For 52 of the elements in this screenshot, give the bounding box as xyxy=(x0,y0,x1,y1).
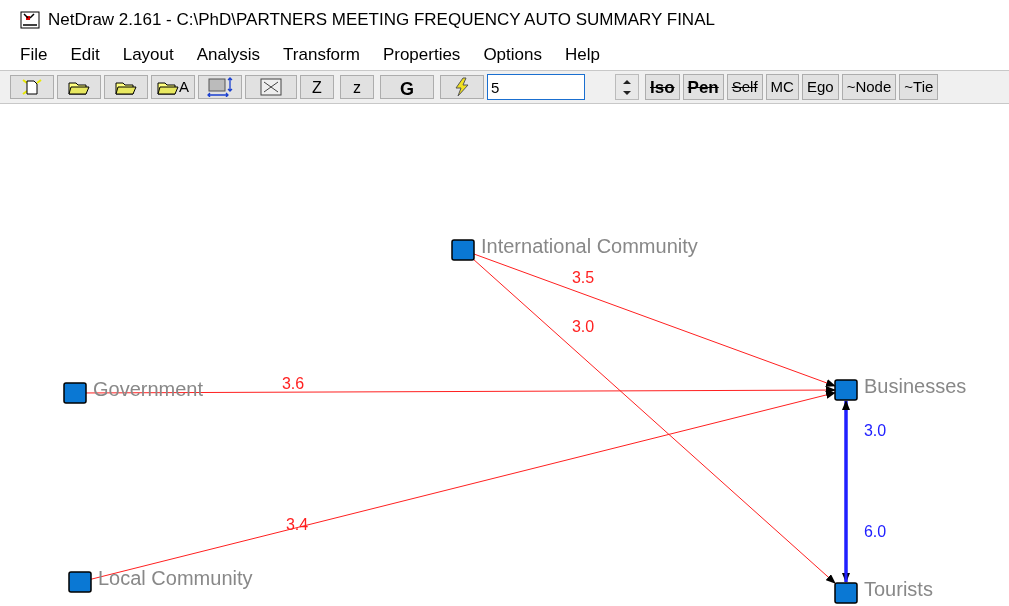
node-square[interactable] xyxy=(63,382,87,404)
zoom-button[interactable]: z xyxy=(340,75,374,99)
zoom-button[interactable]: G xyxy=(380,75,434,99)
filter-button[interactable]: ~Node xyxy=(841,74,897,100)
node-label: Tourists xyxy=(864,578,933,600)
menu-item[interactable]: Help xyxy=(564,42,600,68)
fit-button[interactable] xyxy=(245,75,297,99)
window-title: NetDraw 2.161 - C:\PhD\PARTNERS MEETING FREQUENCY AUTO SUMMARY FINAL xyxy=(48,9,715,32)
menu-item[interactable]: File xyxy=(20,42,48,68)
app-icon xyxy=(20,11,40,29)
menu-item[interactable]: Layout xyxy=(122,42,174,68)
zoom-button[interactable]: Z xyxy=(300,75,334,99)
new-button[interactable] xyxy=(10,75,54,99)
resize-button[interactable] xyxy=(198,75,242,99)
filter-button[interactable]: Self xyxy=(726,74,763,100)
node-square[interactable] xyxy=(834,379,858,401)
lightning-icon xyxy=(452,77,472,97)
folder-icon xyxy=(68,79,90,95)
expand-icon xyxy=(260,78,282,96)
open-button[interactable]: A xyxy=(151,75,195,99)
node-square[interactable] xyxy=(834,582,858,604)
tie-value: 3.6 xyxy=(281,375,305,392)
open-button[interactable] xyxy=(57,75,101,99)
filter-button[interactable]: Ego xyxy=(801,74,839,100)
menu-item[interactable]: Analysis xyxy=(196,42,261,68)
tie-value: 6.0 xyxy=(863,523,887,540)
size-field[interactable]: 5 xyxy=(487,74,585,100)
tie-value: 3.0 xyxy=(571,318,595,335)
filter-button[interactable]: Iso xyxy=(645,74,680,100)
run-button[interactable] xyxy=(440,75,484,99)
node-label: Local Community xyxy=(98,567,253,589)
filter-button[interactable]: MC xyxy=(765,74,799,100)
tie-value: 3.4 xyxy=(285,516,309,533)
open-button[interactable] xyxy=(104,75,148,99)
menu-item[interactable]: Options xyxy=(483,42,542,68)
folder-icon xyxy=(157,79,179,95)
tie-value: 3.0 xyxy=(863,422,887,439)
node-square[interactable] xyxy=(68,571,92,593)
folder-icon xyxy=(115,79,137,95)
spinner[interactable] xyxy=(615,74,639,100)
tie-value: 3.5 xyxy=(571,269,595,286)
menu-item[interactable]: Edit xyxy=(70,42,100,68)
new-page-icon xyxy=(21,78,43,96)
node-label: Businesses xyxy=(864,375,967,397)
letter-label: A xyxy=(179,76,189,97)
filter-button[interactable]: Pen xyxy=(682,74,724,100)
filter-button[interactable]: ~Tie xyxy=(899,74,939,100)
node-label: International Community xyxy=(481,235,698,257)
menu-item[interactable]: Properties xyxy=(382,42,461,68)
node-square[interactable] xyxy=(451,239,475,261)
menu-item[interactable]: Transform xyxy=(283,42,360,68)
resize-icon xyxy=(205,77,235,97)
